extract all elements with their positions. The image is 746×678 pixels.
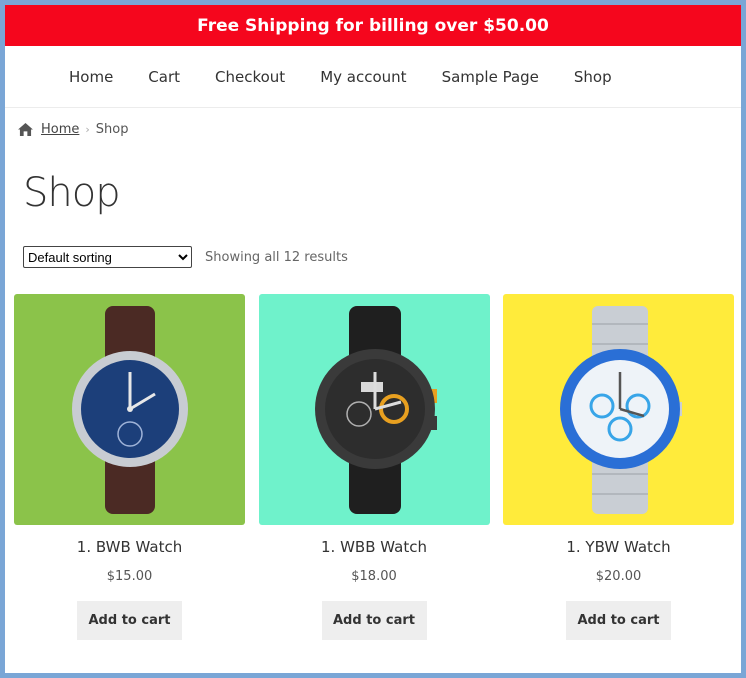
home-icon: [18, 123, 33, 136]
nav-home[interactable]: Home: [69, 68, 113, 86]
nav-checkout[interactable]: Checkout: [215, 68, 285, 86]
watch-icon: [315, 306, 437, 514]
page-title: Shop: [23, 170, 121, 216]
product-price: $15.00: [106, 569, 153, 584]
nav-my-account[interactable]: My account: [320, 68, 406, 86]
product-card: 1. BWB Watch $15.00 Add to cart: [14, 294, 245, 640]
product-price: $20.00: [595, 569, 642, 584]
product-title[interactable]: 1. BWB Watch: [14, 538, 245, 556]
product-card: 1. YBW Watch $20.00 Add to cart: [503, 294, 734, 640]
nav-cart[interactable]: Cart: [148, 68, 180, 86]
watch-icon: [559, 306, 682, 514]
breadcrumb: Home › Shop: [18, 122, 129, 137]
promo-text: Free Shipping for billing over $50.00: [197, 15, 549, 36]
chevron-right-icon: ›: [85, 123, 90, 136]
nav-sample-page[interactable]: Sample Page: [442, 68, 539, 86]
breadcrumb-home-link[interactable]: Home: [41, 122, 79, 137]
product-title[interactable]: 1. WBB Watch: [259, 538, 490, 556]
product-title[interactable]: 1. YBW Watch: [503, 538, 734, 556]
sorting-select[interactable]: Default sorting: [23, 246, 192, 268]
product-price: $18.00: [351, 569, 397, 584]
add-to-cart-button[interactable]: Add to cart: [566, 601, 671, 640]
page-frame: Free Shipping for billing over $50.00 Ho…: [5, 5, 741, 673]
product-image[interactable]: [14, 294, 245, 525]
product-grid: 1. BWB Watch $15.00 Add to cart 1. WBB W…: [14, 294, 734, 640]
breadcrumb-current: Shop: [95, 122, 129, 137]
nav-shop[interactable]: Shop: [574, 68, 612, 86]
product-image[interactable]: [503, 294, 734, 525]
result-count: Showing all 12 results: [205, 250, 348, 265]
product-card: 1. WBB Watch $18.00 Add to cart: [258, 294, 490, 640]
promo-banner: Free Shipping for billing over $50.00: [5, 5, 741, 46]
watch-icon: [71, 306, 188, 514]
add-to-cart-button[interactable]: Add to cart: [321, 601, 427, 640]
add-to-cart-button[interactable]: Add to cart: [77, 601, 182, 640]
main-nav: Home Cart Checkout My account Sample Pag…: [5, 46, 741, 108]
product-image[interactable]: [258, 294, 490, 525]
